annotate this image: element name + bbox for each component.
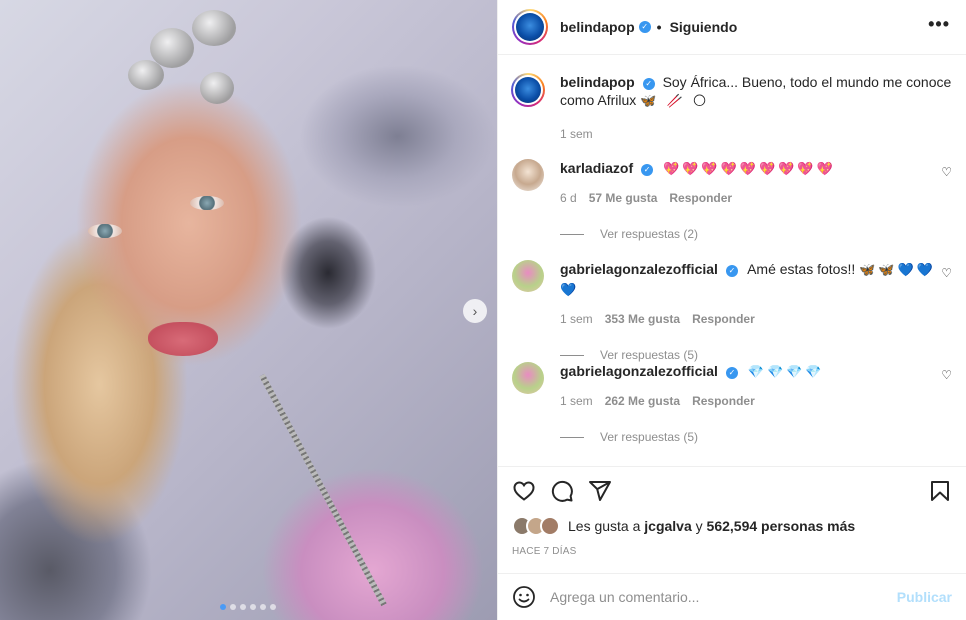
next-slide-button[interactable]: › <box>463 299 487 323</box>
comment-item: gabrielagonzalezofficial ✓ Amé estas foto… <box>512 260 952 362</box>
likes-and: y <box>695 518 703 534</box>
likes-user[interactable]: jcgalva <box>644 518 691 534</box>
author-avatar[interactable] <box>511 73 545 107</box>
author-username[interactable]: belindapop <box>560 19 635 35</box>
post-actions: Les gusta a jcgalva y 562,594 personas m… <box>498 466 966 574</box>
verified-badge-icon: ✓ <box>642 78 655 90</box>
carousel-dot <box>260 604 266 610</box>
post-side-panel: belindapop ✓ • Siguiendo ••• belindapop ✓… <box>497 0 966 620</box>
likes-summary[interactable]: Les gusta a jcgalva y 562,594 personas m… <box>512 516 952 536</box>
carousel-dot <box>230 604 236 610</box>
comment-likes[interactable]: 57 Me gusta <box>589 189 658 207</box>
verified-badge-icon: ✓ <box>641 164 654 176</box>
author-avatar[interactable] <box>512 9 548 45</box>
comment-time: 1 sem <box>560 394 593 408</box>
view-replies-label: Ver respuestas (5) <box>600 348 699 362</box>
comment-username[interactable]: gabrielagonzalezofficial <box>560 261 718 277</box>
comment-time: 1 sem <box>560 312 593 326</box>
reply-button[interactable]: Responder <box>669 189 732 207</box>
comment-emojis: 💎💎💎💎 <box>747 365 825 380</box>
carousel-dots <box>220 604 276 610</box>
ring-decoration <box>192 10 236 46</box>
view-replies-button[interactable]: Ver respuestas (5) <box>560 430 952 444</box>
comment-like-heart-icon[interactable]: ♡ <box>941 266 952 280</box>
comment-text: Amé estas fotos!! <box>747 261 856 277</box>
likes-prefix: Les gusta a <box>568 518 641 534</box>
photo-lips <box>148 322 218 356</box>
verified-badge-icon: ✓ <box>725 367 738 379</box>
commenter-avatar[interactable] <box>512 260 544 292</box>
comment-username[interactable]: gabrielagonzalezofficial <box>560 363 718 379</box>
carousel-dot <box>220 604 226 610</box>
post-modal: › belindapop ✓ • Siguiendo ••• belindapo… <box>0 0 966 620</box>
comments-list[interactable]: belindapop ✓ Soy África... Bueno, todo el… <box>498 56 966 466</box>
comment-input[interactable] <box>550 589 897 605</box>
view-replies-button[interactable]: Ver respuestas (2) <box>560 227 952 241</box>
bookmark-icon[interactable] <box>928 479 952 503</box>
ring-decoration <box>200 72 234 104</box>
post-time[interactable]: HACE 7 DÍAS <box>512 546 952 557</box>
verified-badge-icon: ✓ <box>638 21 651 33</box>
comment-emojis: 💖💖💖💖💖💖💖💖💖 <box>663 162 836 177</box>
comment-likes[interactable]: 262 Me gusta <box>605 392 680 410</box>
chevron-right-icon: › <box>472 303 478 319</box>
likes-count[interactable]: 562,594 personas más <box>707 518 856 534</box>
caption: belindapop ✓ Soy África... Bueno, todo el… <box>511 73 952 143</box>
caption-time: 1 sem <box>560 127 593 141</box>
heart-icon[interactable] <box>512 479 536 503</box>
ring-decoration <box>128 60 164 90</box>
comment-likes[interactable]: 353 Me gusta <box>605 310 680 328</box>
comment-username[interactable]: karladiazof <box>560 160 633 176</box>
commenter-avatar[interactable] <box>512 362 544 394</box>
add-comment-bar: Publicar <box>498 573 966 620</box>
caption-emojis: 🦋 🥢 🌕 <box>640 94 710 109</box>
liker-avatars <box>512 516 560 536</box>
view-replies-label: Ver respuestas (2) <box>600 227 699 241</box>
smiley-icon[interactable] <box>512 585 536 609</box>
comment-like-heart-icon[interactable]: ♡ <box>941 368 952 382</box>
reply-button[interactable]: Responder <box>692 310 755 328</box>
post-photo[interactable]: › <box>0 0 497 620</box>
carousel-dot <box>250 604 256 610</box>
photo-zipper <box>259 373 387 607</box>
photo-eye <box>88 224 122 238</box>
comment-item: karladiazof ✓ 💖💖💖💖💖💖💖💖💖 6 d 57 Me gusta R… <box>512 159 952 241</box>
separator-dot: • <box>656 19 662 35</box>
verified-badge-icon: ✓ <box>725 265 738 277</box>
caption-username[interactable]: belindapop <box>560 74 635 90</box>
carousel-dot <box>270 604 276 610</box>
reply-button[interactable]: Responder <box>692 392 755 410</box>
more-options-icon[interactable]: ••• <box>928 14 950 35</box>
comment-like-heart-icon[interactable]: ♡ <box>941 165 952 179</box>
carousel-dot <box>240 604 246 610</box>
view-replies-button[interactable]: Ver respuestas (5) <box>560 348 952 362</box>
photo-eye <box>190 196 224 210</box>
comment-time: 6 d <box>560 191 577 205</box>
comment-item: gabrielagonzalezofficial ✓ 💎💎💎💎 1 sem 262… <box>512 362 952 444</box>
commenter-avatar[interactable] <box>512 159 544 191</box>
following-button[interactable]: Siguiendo <box>670 19 738 35</box>
send-icon[interactable] <box>588 479 612 503</box>
view-replies-label: Ver respuestas (5) <box>600 430 699 444</box>
comment-icon[interactable] <box>550 479 574 503</box>
publish-button[interactable]: Publicar <box>897 589 952 605</box>
post-header: belindapop ✓ • Siguiendo ••• <box>498 0 966 55</box>
